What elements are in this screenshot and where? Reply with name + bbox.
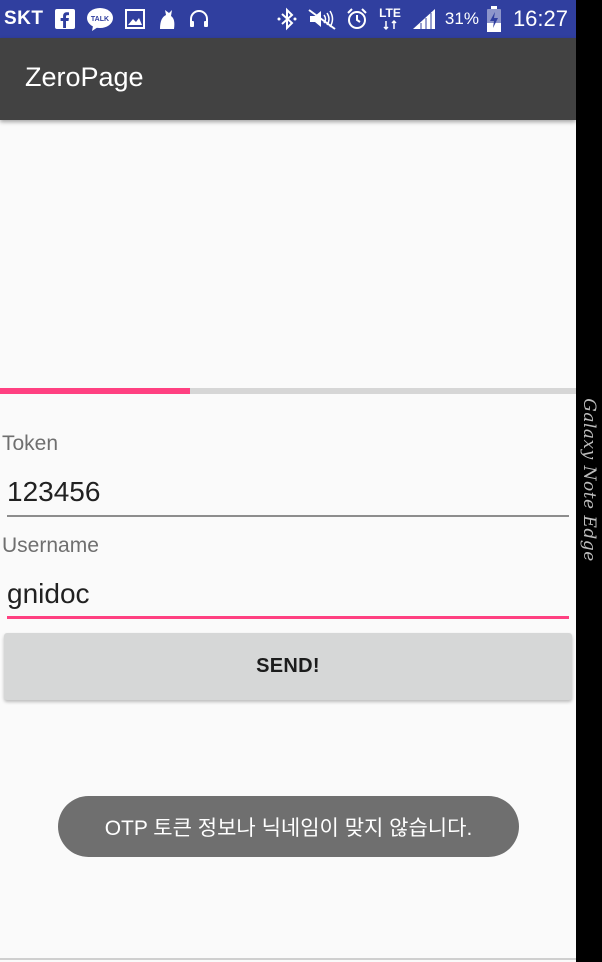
token-input-value[interactable]: 123456 — [7, 476, 100, 508]
signal-icon — [411, 7, 437, 31]
app-title: ZeroPage — [25, 62, 144, 92]
toast-text: OTP 토큰 정보나 닉네임이 맞지 않습니다. — [104, 816, 473, 840]
app-icon — [156, 7, 178, 31]
lte-text: LTE — [379, 6, 401, 20]
status-bar: SKT TALK LTE 31% 16:27 — [0, 0, 576, 38]
username-field-underline — [7, 616, 569, 619]
username-field[interactable]: gnidoc — [0, 572, 576, 622]
username-input-value[interactable]: gnidoc — [7, 578, 90, 610]
mute-icon — [307, 7, 337, 31]
token-field[interactable]: 123456 — [0, 470, 576, 520]
svg-text:TALK: TALK — [90, 16, 108, 23]
kakaotalk-icon: TALK — [86, 7, 114, 31]
bluetooth-icon — [275, 7, 299, 31]
alarm-icon — [345, 7, 369, 31]
token-label: Token — [2, 432, 59, 455]
battery-percentage: 31% — [444, 9, 479, 28]
app-toolbar: ZeroPage — [0, 38, 576, 120]
app-screen: SKT TALK LTE 31% 16:27 ZeroPage Token 12… — [0, 0, 576, 962]
send-button[interactable]: SEND! — [4, 633, 572, 700]
toast-message: OTP 토큰 정보나 닉네임이 맞지 않습니다. — [58, 796, 519, 857]
facebook-icon — [54, 8, 76, 30]
carrier-name: SKT — [4, 8, 44, 29]
status-bar-right: LTE 31% 16:27 — [275, 0, 568, 38]
bottom-divider — [0, 958, 576, 960]
lte-icon: LTE — [377, 5, 403, 33]
clock: 16:27 — [512, 6, 568, 31]
edge-panel-label: Galaxy Note Edge — [579, 398, 599, 562]
headphones-icon — [188, 8, 210, 30]
progress-bar-fill — [0, 388, 191, 394]
gallery-icon — [124, 8, 146, 30]
progress-bar — [0, 388, 576, 394]
status-bar-left: SKT TALK — [4, 0, 210, 38]
token-field-underline — [7, 515, 569, 517]
username-label: Username — [2, 534, 99, 557]
battery-charging-icon — [486, 6, 501, 32]
edge-panel: Galaxy Note Edge — [576, 0, 602, 962]
